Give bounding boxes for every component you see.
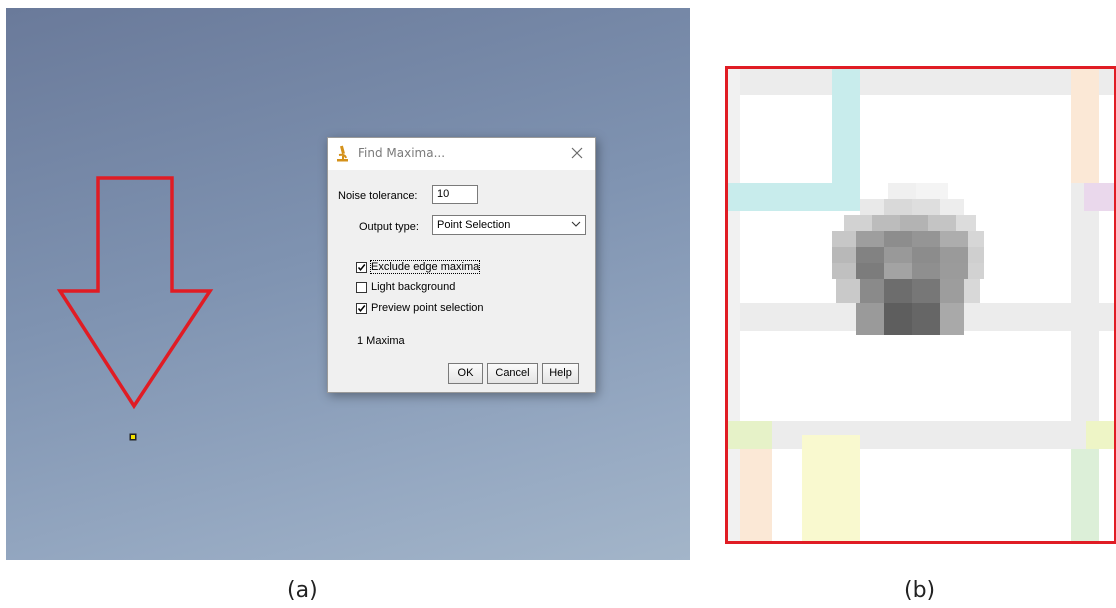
output-type-select[interactable]: Point Selection — [432, 215, 586, 235]
caption-b: (b) — [904, 578, 936, 603]
down-arrow-annotation — [56, 176, 214, 410]
dialog-titlebar[interactable]: Find Maxima... — [328, 138, 595, 170]
checkbox-box[interactable] — [356, 302, 367, 314]
output-type-value: Point Selection — [437, 219, 511, 231]
light-background-checkbox[interactable]: Light background — [356, 280, 455, 294]
zoomed-pixel-view — [725, 66, 1116, 544]
microscope-icon — [336, 145, 350, 166]
find-maxima-dialog: Find Maxima... Noise tolerance: 10 Outpu… — [327, 137, 596, 393]
exclude-edge-maxima-label: Exclude edge maxima — [369, 260, 481, 274]
exclude-edge-maxima-checkbox[interactable]: Exclude edge maxima — [356, 260, 481, 274]
chevron-down-icon — [571, 218, 581, 236]
preview-point-selection-checkbox[interactable]: Preview point selection — [356, 301, 484, 315]
point-selection-marker[interactable] — [129, 433, 137, 441]
noise-tolerance-input[interactable]: 10 — [432, 185, 478, 204]
output-type-label: Output type: — [359, 221, 419, 233]
noise-tolerance-label: Noise tolerance: — [338, 190, 418, 202]
caption-a: (a) — [287, 578, 318, 603]
dialog-title: Find Maxima... — [358, 146, 446, 160]
image-canvas[interactable]: Find Maxima... Noise tolerance: 10 Outpu… — [6, 8, 690, 560]
maxima-count-text: 1 Maxima — [357, 335, 405, 347]
help-button[interactable]: Help — [542, 363, 579, 384]
ok-button[interactable]: OK — [448, 363, 483, 384]
preview-point-selection-label: Preview point selection — [371, 302, 484, 314]
checkbox-box[interactable] — [356, 281, 367, 293]
close-icon[interactable] — [567, 143, 587, 163]
checkbox-box[interactable] — [356, 261, 367, 273]
cancel-button[interactable]: Cancel — [487, 363, 538, 384]
light-background-label: Light background — [371, 281, 456, 293]
